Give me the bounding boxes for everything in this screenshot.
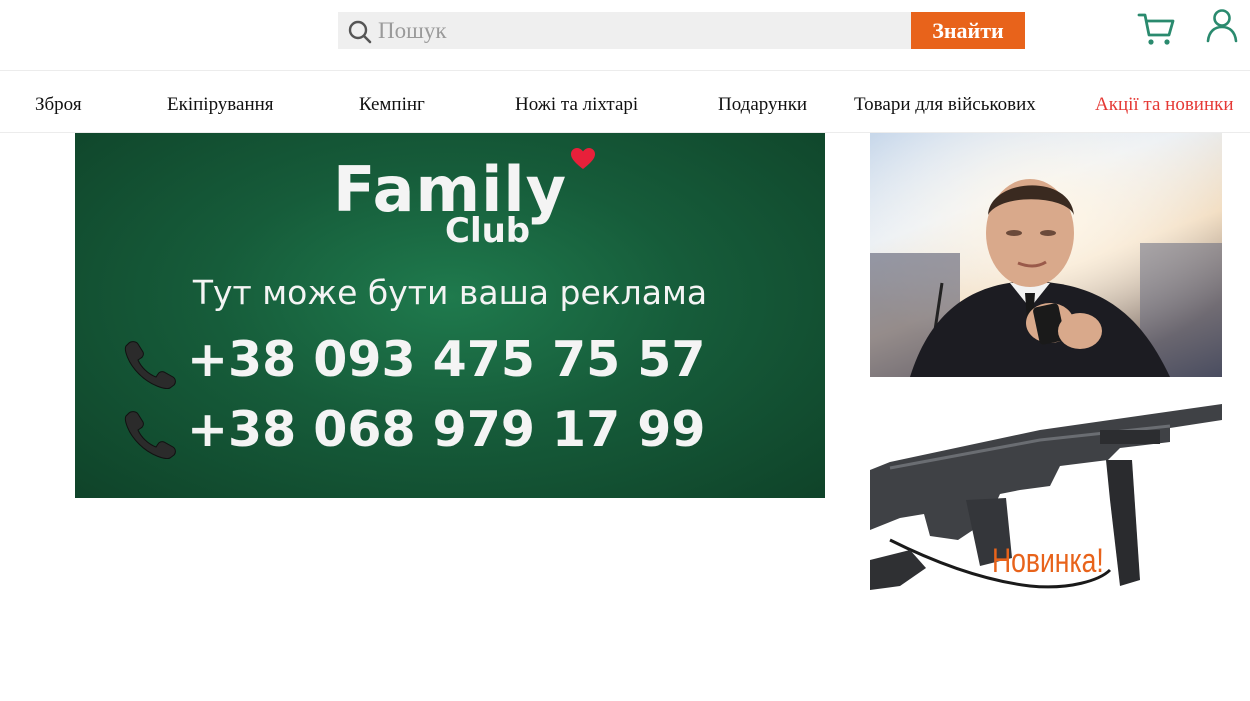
nav-item-weapons[interactable]: Зброя xyxy=(35,94,82,116)
banner-tagline: Тут може бути ваша реклама xyxy=(192,273,708,312)
banner-brand-sub: Club xyxy=(445,211,531,251)
main-nav: Зброя Екіпірування Кемпінг Ножі та ліхта… xyxy=(0,72,1250,133)
cart-icon[interactable] xyxy=(1136,10,1176,48)
person-photo xyxy=(870,133,1222,377)
phone-icon xyxy=(124,341,176,389)
search-box xyxy=(338,12,912,49)
user-icon[interactable] xyxy=(1205,8,1239,44)
nav-item-military-goods[interactable]: Товари для військових xyxy=(854,94,1036,116)
search-bar: Знайти xyxy=(338,12,1025,49)
banner-phone-line: +38 093 475 75 57 xyxy=(121,331,821,391)
side-ad-new-item[interactable]: Новинка! xyxy=(870,390,1222,600)
nav-item-equipment[interactable]: Екіпірування xyxy=(167,94,274,116)
phone-number: +38 093 475 75 57 xyxy=(187,331,706,388)
nav-item-sales-new[interactable]: Акції та новинки xyxy=(1095,94,1234,116)
banner-phone-line: +38 068 979 17 99 xyxy=(121,401,821,461)
nav-item-camping[interactable]: Кемпінг xyxy=(359,94,425,116)
ad-banner[interactable]: Family Club Тут може бути ваша реклама +… xyxy=(75,133,825,498)
nav-item-gifts[interactable]: Подарунки xyxy=(718,94,807,116)
header: Знайти xyxy=(0,0,1250,71)
search-button[interactable]: Знайти xyxy=(911,12,1025,49)
phone-icon xyxy=(124,411,176,459)
nav-item-knives-flashlights[interactable]: Ножі та ліхтарі xyxy=(515,94,638,116)
search-icon xyxy=(348,20,372,44)
new-item-caption: Новинка! xyxy=(992,542,1104,580)
search-input[interactable] xyxy=(378,12,908,49)
phone-number: +38 068 979 17 99 xyxy=(187,401,706,458)
side-ad-photo[interactable] xyxy=(870,133,1222,377)
